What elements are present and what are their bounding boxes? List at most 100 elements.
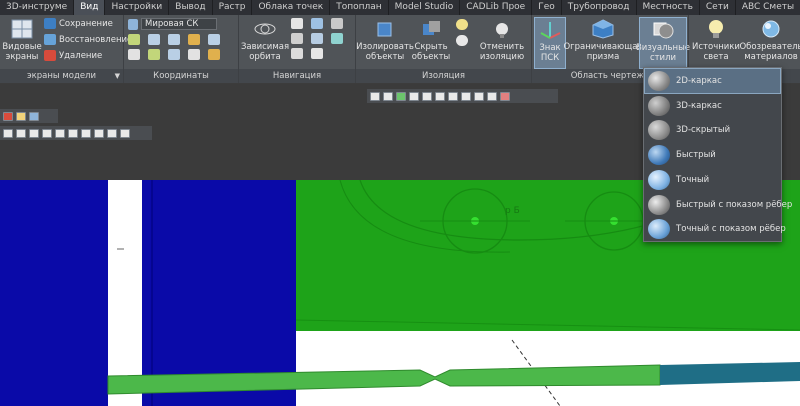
- toolbar-icon[interactable]: [107, 128, 117, 138]
- toolbar-icon[interactable]: [94, 128, 104, 138]
- ucs-tool-icon[interactable]: [208, 49, 220, 60]
- visual-style-label: Точный с показом рёбер: [676, 224, 786, 235]
- visual-styles-button[interactable]: Визуальные стили: [636, 17, 690, 69]
- orbit-icon: [253, 18, 277, 40]
- toolbar-icon[interactable]: [120, 128, 130, 138]
- end-isolation-button[interactable]: Отменить изоляцию: [474, 18, 530, 62]
- pan-icon[interactable]: [291, 18, 303, 29]
- folder-icon[interactable]: [16, 111, 26, 121]
- orbit-button[interactable]: Зависимая орбита: [241, 18, 289, 62]
- toolbar-icon[interactable]: [16, 128, 26, 138]
- blue-structure: [0, 180, 108, 406]
- ucs-tool-icon[interactable]: [168, 49, 180, 60]
- toolbar-icon[interactable]: [42, 128, 52, 138]
- visual-style-item-4[interactable]: Точный: [645, 168, 780, 192]
- ucs-tool-icon[interactable]: [148, 34, 160, 45]
- shaded-fast-edges-icon: [648, 194, 670, 215]
- toolbar-icon[interactable]: [500, 91, 510, 101]
- visual-style-label: Точный: [676, 174, 710, 185]
- ucs-value: Мировая СК: [141, 18, 218, 30]
- panel-title-navigation: Навигация: [239, 69, 355, 83]
- ucs-icon-button[interactable]: Знак ПСК: [534, 17, 566, 69]
- visual-style-item-5[interactable]: Быстрый с показом рёбер: [645, 193, 792, 217]
- ucs-tool-icon[interactable]: [208, 34, 220, 45]
- toolbar-icon[interactable]: [68, 128, 78, 138]
- isolate-objects-button[interactable]: Изолировать объекты: [356, 18, 414, 62]
- restore-view-button[interactable]: Восстановление: [44, 34, 132, 45]
- end-isolation-icon: [490, 18, 514, 40]
- cube-view-icon[interactable]: [311, 33, 323, 44]
- view-icon[interactable]: [331, 18, 343, 29]
- tab-7[interactable]: Model Studio: [389, 0, 461, 15]
- visual-style-label: 2D-каркас: [676, 76, 722, 86]
- toolbar-icon[interactable]: [448, 91, 458, 101]
- viewport-label: р Б: [505, 206, 520, 216]
- wireframe-3d-icon: [648, 95, 670, 116]
- toolbar-icon[interactable]: [29, 128, 39, 138]
- ucs-tool-icon[interactable]: [188, 49, 200, 60]
- isolate-label: Изолировать объекты: [356, 42, 414, 62]
- delete-icon: [44, 50, 56, 61]
- ucs-tool-icon[interactable]: [128, 49, 140, 60]
- tab-8[interactable]: CADLib Прое: [460, 0, 533, 15]
- tab-10[interactable]: Трубопровод: [562, 0, 637, 15]
- toolbar-icon[interactable]: [29, 111, 39, 121]
- toolbar-icon[interactable]: [461, 91, 471, 101]
- delete-view-button[interactable]: Удаление: [44, 50, 102, 61]
- bounding-prism-label: Ограничивающая призма: [563, 42, 643, 62]
- visual-style-item-0[interactable]: 2D-каркас: [644, 68, 781, 94]
- tab-2[interactable]: Настройки: [105, 0, 170, 15]
- tab-5[interactable]: Облака точек: [252, 0, 331, 15]
- tab-6[interactable]: Топоплан: [330, 0, 389, 15]
- toolbar-icon[interactable]: [487, 91, 497, 101]
- bounding-prism-button[interactable]: Ограничивающая призма: [563, 18, 643, 62]
- tab-12[interactable]: Сети: [700, 0, 736, 15]
- tab-1[interactable]: Вид: [74, 0, 106, 15]
- fly-icon[interactable]: [311, 48, 323, 59]
- toolbar-icon[interactable]: [55, 128, 65, 138]
- light-bulb-icon[interactable]: [456, 35, 468, 46]
- tab-13[interactable]: ABC Сметы: [736, 0, 800, 15]
- visual-style-item-6[interactable]: Точный с показом рёбер: [645, 217, 786, 241]
- visual-style-item-3[interactable]: Быстрый: [645, 143, 780, 167]
- visual-style-item-1[interactable]: 3D-каркас: [645, 94, 780, 118]
- viewports-button[interactable]: Видовые экраны: [2, 18, 42, 62]
- toolbar-icon[interactable]: [422, 91, 432, 101]
- toolbar-icon[interactable]: [370, 91, 380, 101]
- panel-title-viewports[interactable]: экраны модели ▼: [0, 69, 123, 83]
- toolbar-icon[interactable]: [435, 91, 445, 101]
- ucs-tool-icon[interactable]: [188, 34, 200, 45]
- toolbar-icon[interactable]: [3, 111, 13, 121]
- panel-title-isolation-text: Изоляция: [421, 71, 466, 81]
- ucs-tool-icon[interactable]: [128, 34, 140, 45]
- ucs-tool-icon[interactable]: [148, 49, 160, 60]
- blue-structure: [142, 180, 296, 406]
- isolation-tools: [456, 19, 468, 46]
- tab-4[interactable]: Растр: [213, 0, 253, 15]
- visual-style-item-2[interactable]: 3D-скрытый: [645, 118, 780, 142]
- light-bulb-icon[interactable]: [456, 19, 468, 30]
- ucs-tool-icon[interactable]: [168, 34, 180, 45]
- hide-objects-button[interactable]: Скрыть объекты: [412, 18, 450, 62]
- toolbar-icon[interactable]: [81, 128, 91, 138]
- delete-view-label: Удаление: [59, 50, 103, 61]
- wireframe-icon[interactable]: [331, 33, 343, 44]
- materials-browser-button[interactable]: Обозреватель материалов: [739, 18, 800, 62]
- toolbar-icon[interactable]: [474, 91, 484, 101]
- walk-icon[interactable]: [291, 33, 303, 44]
- visual-styles-label: Визуальные стили: [635, 43, 691, 63]
- toolbar-icon[interactable]: [3, 128, 13, 138]
- zoom-icon[interactable]: [311, 18, 323, 29]
- toolbar-icon[interactable]: [383, 91, 393, 101]
- light-sources-button[interactable]: Источники света: [691, 18, 741, 62]
- tab-3[interactable]: Вывод: [169, 0, 213, 15]
- toolbar-icon[interactable]: [409, 91, 419, 101]
- look-icon[interactable]: [291, 48, 303, 59]
- save-view-button[interactable]: Сохранение: [44, 18, 113, 29]
- end-isolation-label: Отменить изоляцию: [479, 42, 525, 62]
- tab-11[interactable]: Местность: [637, 0, 700, 15]
- tab-0[interactable]: 3D-инструме: [0, 0, 75, 15]
- ucs-selector[interactable]: Мировая СК: [128, 18, 218, 30]
- toolbar-icon[interactable]: [396, 91, 406, 101]
- tab-9[interactable]: Гео: [532, 0, 562, 15]
